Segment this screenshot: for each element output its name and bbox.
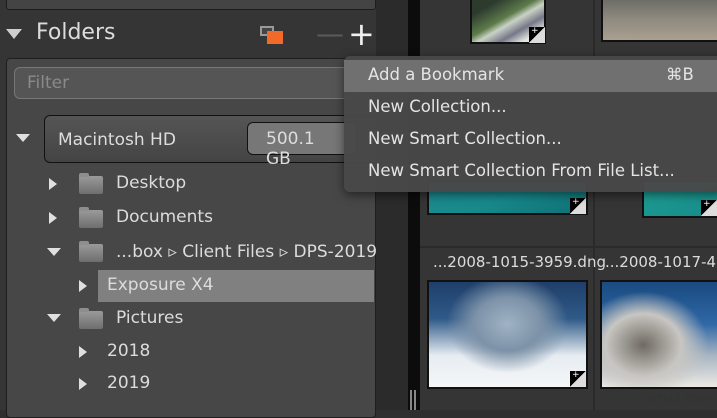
expand-triangle-icon[interactable]: [79, 378, 87, 390]
add-menu-dropdown: Add a Bookmark ⌘B New Collection... New S…: [344, 56, 717, 192]
drive-size-badge: 500.1 GB: [247, 122, 357, 169]
folder-icon: [79, 173, 103, 194]
tree-item-2018[interactable]: 2018: [107, 341, 150, 361]
tree-item-dps-2019[interactable]: ...box ▹ Client Files ▹ DPS-2019: [116, 242, 377, 262]
folder-sync-icon[interactable]: [260, 25, 284, 45]
collapse-triangle-icon[interactable]: [47, 314, 61, 322]
add-button[interactable]: +: [348, 18, 375, 50]
menu-shortcut: ⌘B: [666, 65, 694, 84]
adjust-badge-icon: +: [570, 371, 586, 387]
expand-triangle-icon[interactable]: [49, 178, 57, 190]
grid-separator: [420, 246, 717, 248]
menu-item-label: Add a Bookmark: [368, 65, 505, 84]
folder-tree-panel: [6, 58, 376, 418]
adjust-badge-icon: +: [529, 27, 545, 43]
thumbnail[interactable]: [427, 280, 588, 389]
expand-triangle-icon[interactable]: [49, 212, 57, 224]
collapse-triangle-icon[interactable]: [6, 29, 22, 39]
expand-triangle-icon[interactable]: [79, 346, 87, 358]
expand-triangle-icon[interactable]: [16, 134, 30, 142]
collapse-triangle-icon[interactable]: [47, 248, 61, 256]
expand-triangle-icon[interactable]: [79, 280, 87, 292]
previous-panel-box: [6, 0, 376, 10]
menu-item-new-collection[interactable]: New Collection...: [344, 92, 717, 124]
thumbnail[interactable]: [600, 280, 717, 389]
tree-item-exposure-x4[interactable]: Exposure X4: [107, 275, 214, 295]
menu-item-new-smart-collection[interactable]: New Smart Collection...: [344, 124, 717, 156]
watermark: wtvid.com: [648, 391, 711, 405]
menu-item-new-smart-collection-from-file-list[interactable]: New Smart Collection From File List...: [344, 156, 717, 188]
adjust-badge-icon: +: [701, 200, 717, 216]
thumbnail-filename: ...2008-1015-3959.dng: [433, 253, 606, 271]
filter-input[interactable]: Filter: [14, 67, 354, 99]
resize-grip[interactable]: [410, 390, 416, 410]
folders-title: Folders: [36, 20, 116, 45]
adjust-badge-icon: +: [570, 198, 586, 214]
remove-button[interactable]: —: [316, 20, 344, 48]
tree-item-pictures[interactable]: Pictures: [116, 308, 183, 328]
tree-item-desktop[interactable]: Desktop: [116, 173, 186, 193]
tree-item-2019[interactable]: 2019: [107, 373, 150, 393]
folder-icon: [79, 207, 103, 228]
thumbnail[interactable]: [601, 0, 717, 42]
folder-icon: [79, 308, 103, 329]
tree-item-documents[interactable]: Documents: [116, 207, 213, 227]
folder-icon: [79, 241, 103, 262]
drive-name: Macintosh HD: [58, 130, 176, 150]
menu-item-add-bookmark[interactable]: Add a Bookmark ⌘B: [344, 60, 717, 92]
thumbnail-filename: ...2008-1017-415: [605, 253, 717, 271]
